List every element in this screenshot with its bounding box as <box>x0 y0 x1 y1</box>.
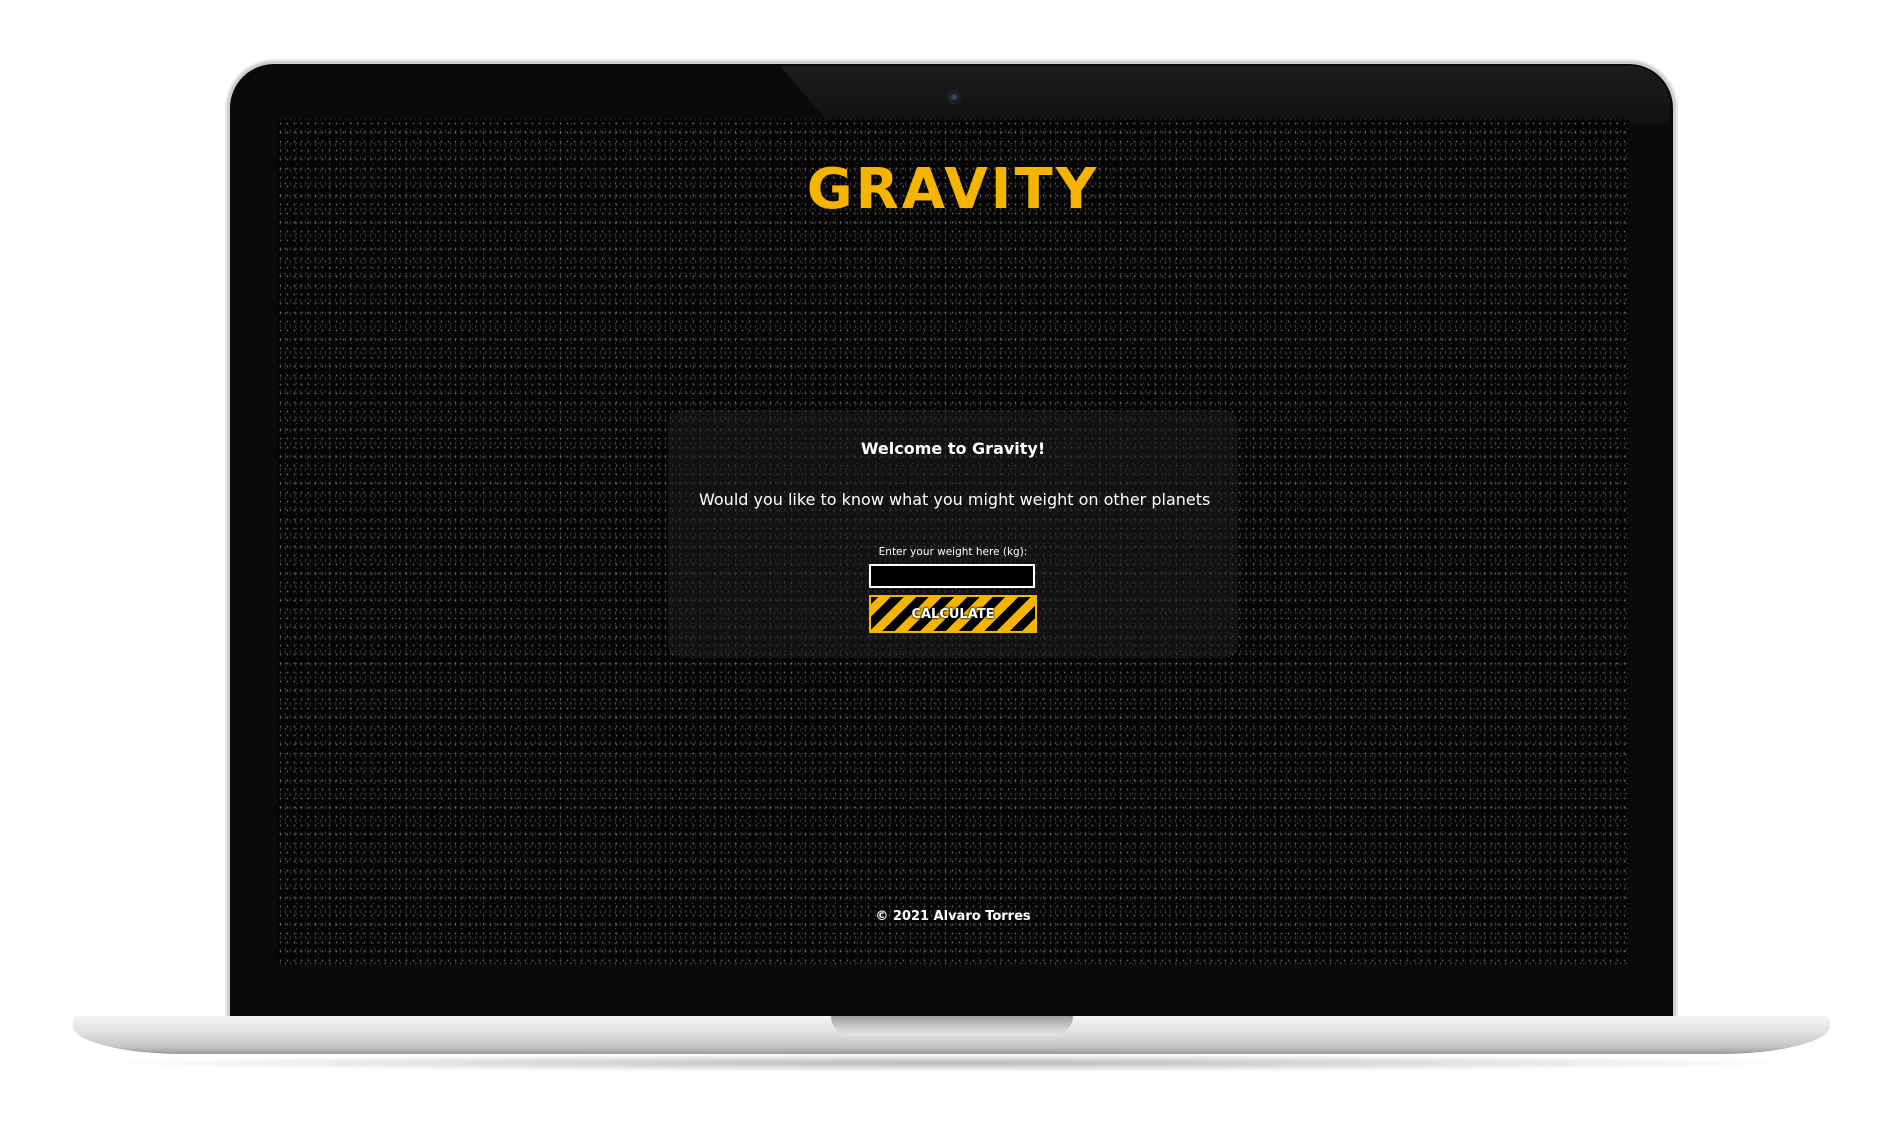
laptop-notch <box>831 1016 1073 1036</box>
lid-gloss <box>780 66 1670 124</box>
footer-copyright: © 2021 Alvaro Torres <box>875 909 1031 924</box>
app-logo: GRAVITY <box>806 157 1100 222</box>
app-screen: GRAVITY Welcome to Gravity! Would you li… <box>277 119 1629 965</box>
calculate-button[interactable]: CALCULATE <box>869 595 1037 633</box>
card-title: Welcome to Gravity! <box>860 439 1046 458</box>
weight-input[interactable] <box>869 564 1035 588</box>
welcome-card: Welcome to Gravity! Would you like to kn… <box>669 411 1237 657</box>
laptop-mockup: GRAVITY Welcome to Gravity! Would you li… <box>0 0 1895 1139</box>
camera-icon <box>949 92 959 102</box>
card-question: Would you like to know what you might we… <box>699 490 1211 509</box>
weight-input-label: Enter your weight here (kg): <box>878 546 1028 558</box>
base-shadow <box>90 1054 1813 1072</box>
